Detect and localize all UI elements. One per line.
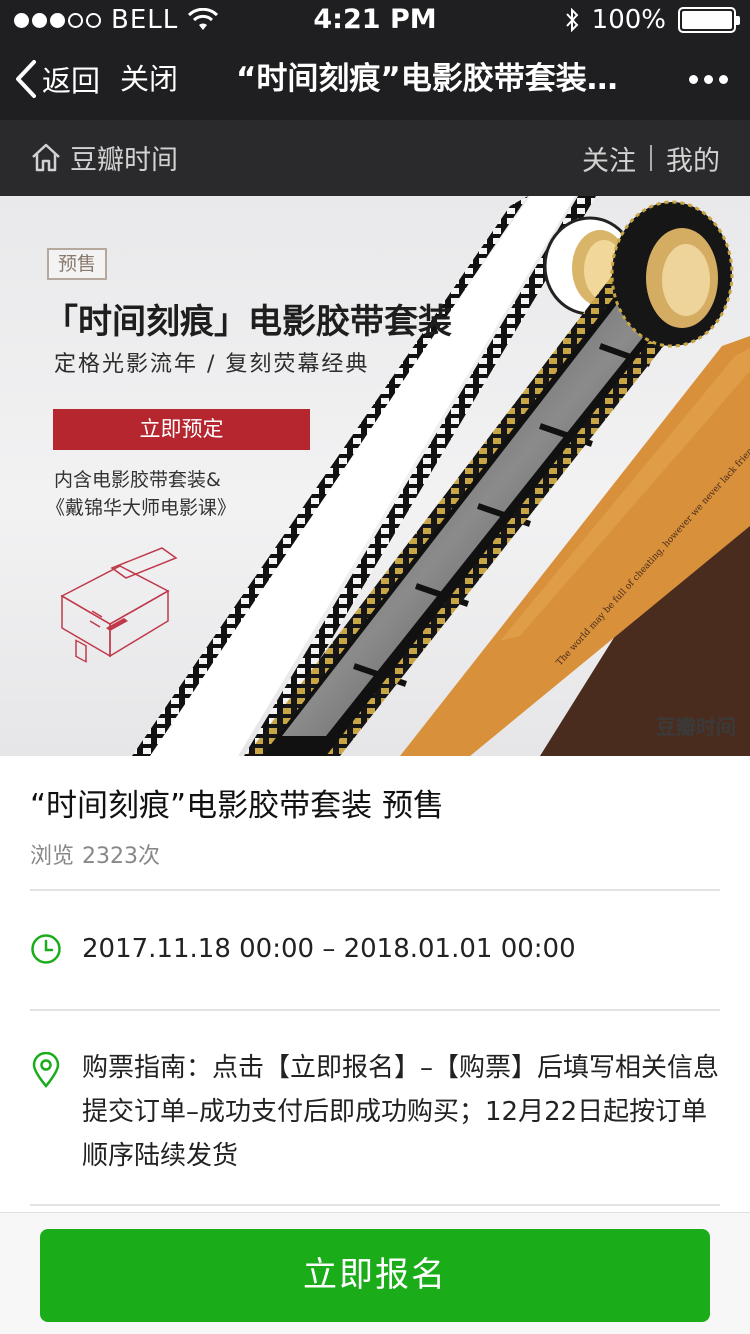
- event-title: “时间刻痕”电影胶带套装 预售: [30, 788, 444, 824]
- chevron-left-icon: [16, 60, 36, 98]
- brand-logo: 豆瓣时间: [656, 715, 736, 739]
- views-label: 浏览: [30, 844, 75, 869]
- battery-icon: [678, 7, 740, 33]
- clock-icon: [31, 934, 61, 964]
- gift-box-drawing: [60, 547, 178, 663]
- home-label: 豆瓣时间: [70, 145, 178, 176]
- back-button[interactable]: 返回: [14, 54, 100, 104]
- divider: [650, 145, 652, 171]
- mine-link[interactable]: 我的: [666, 139, 720, 178]
- banner-description-line2: 《戴锦华大师电影课》: [46, 497, 237, 519]
- page-title: “时间刻痕”电影胶带套装预售: [236, 61, 636, 97]
- divider: [30, 1009, 720, 1011]
- user-links: 关注 我的: [582, 138, 720, 178]
- more-options-button[interactable]: [689, 54, 728, 104]
- hero-banner[interactable]: The world may be full of cheating, howev…: [0, 196, 750, 756]
- ticket-guide: 购票指南：点击【立即报名】–【购票】后填写相关信息提交订单–成功支付后即成功购买…: [82, 1053, 720, 1171]
- home-icon: [32, 143, 60, 171]
- sign-up-button[interactable]: 立即报名: [40, 1229, 710, 1322]
- bottom-bar: 立即报名: [0, 1212, 750, 1334]
- banner-title: 「时间刻痕」电影胶带套装: [44, 302, 452, 342]
- event-time-row: 2017.11.18 00:00 – 2018.01.01 00:00: [30, 927, 720, 971]
- battery-percent: 100%: [591, 5, 666, 35]
- reserve-now-button[interactable]: 立即预定: [53, 409, 310, 450]
- status-bar: BELL 4:21 PM 100%: [0, 0, 750, 40]
- close-button[interactable]: 关闭: [120, 54, 178, 104]
- douban-bar: 豆瓣时间 关注 我的: [0, 120, 750, 196]
- bluetooth-icon: [565, 7, 579, 33]
- view-count: 浏览 2323次: [30, 838, 160, 870]
- home-link[interactable]: 豆瓣时间: [30, 138, 178, 177]
- back-label: 返回: [42, 64, 101, 98]
- location-pin-icon: [32, 1052, 60, 1088]
- nav-bar: 返回 关闭 “时间刻痕”电影胶带套装预售: [0, 40, 750, 120]
- banner-description-line1: 内含电影胶带套装&: [54, 469, 221, 491]
- divider: [30, 889, 720, 891]
- follow-link[interactable]: 关注: [582, 139, 636, 178]
- battery-group: 100%: [564, 4, 740, 36]
- event-time: 2017.11.18 00:00 – 2018.01.01 00:00: [82, 934, 576, 964]
- views-number: 2323次: [82, 844, 161, 869]
- banner-subtitle: 定格光影流年 / 复刻荧幕经典: [54, 352, 370, 377]
- presale-badge: 预售: [47, 248, 107, 280]
- divider: [30, 1204, 720, 1206]
- more-dots-icon: [689, 74, 698, 84]
- ticket-guide-row: 购票指南：点击【立即报名】–【购票】后填写相关信息提交订单–成功支付后即成功购买…: [30, 1046, 720, 1171]
